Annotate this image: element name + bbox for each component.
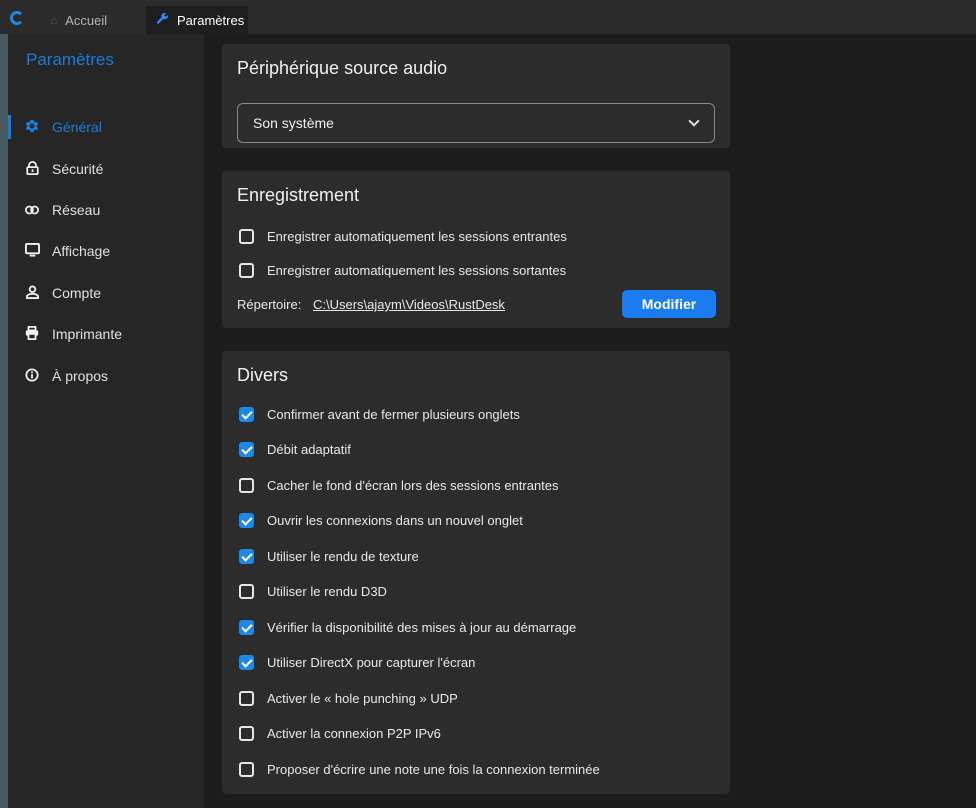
home-icon: ⌂ — [50, 13, 58, 27]
sidebar-item-label: Imprimante — [52, 326, 123, 342]
monitor-icon — [24, 242, 40, 260]
sidebar-item-reseau[interactable]: Réseau — [8, 195, 204, 225]
printer-icon — [24, 325, 40, 343]
rustdesk-logo-icon — [10, 11, 24, 25]
link-icon — [24, 202, 40, 218]
sidebar-item-label: À propos — [52, 368, 109, 384]
sidebar-item-securite[interactable]: Sécurité — [8, 154, 204, 184]
misc-option[interactable]: Utiliser le rendu de texture — [239, 546, 419, 566]
tab-parametres-label: Paramètres — [177, 12, 245, 28]
directory-path-link[interactable]: C:\Users\ajaym\Videos\RustDesk — [313, 297, 505, 312]
sidebar-item-label: Général — [52, 119, 102, 135]
info-icon — [24, 367, 40, 385]
checkbox[interactable] — [239, 584, 254, 599]
gear-icon — [24, 119, 40, 136]
option-label: Activer le « hole punching » UDP — [267, 690, 458, 706]
option-label: Proposer d'écrire une note une fois la c… — [267, 761, 600, 777]
tab-parametres[interactable]: Paramètres — [146, 6, 248, 34]
option-label: Enregistrer automatiquement les sessions… — [267, 262, 567, 278]
misc-option[interactable]: Activer la connexion P2P IPv6 — [239, 724, 441, 744]
sidebar-item-label: Compte — [52, 285, 102, 301]
option-label: Ouvrir les connexions dans un nouvel ong… — [267, 513, 523, 528]
sidebar-item-affichage[interactable]: Affichage — [8, 236, 204, 266]
option-label: Confirmer avant de fermer plusieurs ongl… — [267, 406, 520, 422]
sidebar-item-label: Réseau — [52, 202, 101, 218]
misc-option[interactable]: Débit adaptatif — [239, 440, 351, 460]
option-label: Enregistrer automatiquement les sessions… — [267, 228, 567, 244]
misc-option[interactable]: Ouvrir les connexions dans un nouvel ong… — [239, 511, 523, 531]
modify-button[interactable]: Modifier — [622, 290, 716, 318]
tab-accueil[interactable]: ⌂ Accueil — [40, 6, 117, 34]
option-label: Vérifier la disponibilité des mises à jo… — [267, 619, 577, 635]
checkbox[interactable] — [239, 406, 254, 422]
checkbox[interactable] — [239, 655, 254, 670]
misc-card: Divers Confirmer avant de fermer plusieu… — [222, 351, 730, 794]
misc-option[interactable]: Utiliser DirectX pour capturer l'écran — [239, 653, 475, 673]
option-label: Utiliser DirectX pour capturer l'écran — [267, 655, 476, 670]
sidebar-item-label: Affichage — [52, 243, 111, 259]
misc-option[interactable]: Confirmer avant de fermer plusieurs ongl… — [239, 404, 520, 424]
sidebar-item-general[interactable]: Général — [8, 112, 204, 142]
recording-card: Enregistrement Enregistrer automatiqueme… — [222, 171, 730, 328]
checkbox[interactable] — [239, 513, 254, 528]
misc-title: Divers — [237, 365, 289, 385]
audio-source-select[interactable]: Son système — [237, 103, 715, 143]
sidebar-item-compte[interactable]: Compte — [8, 278, 204, 308]
checkbox[interactable] — [239, 477, 254, 493]
checkbox[interactable] — [239, 619, 254, 635]
chevron-down-icon — [688, 115, 700, 127]
option-record-outgoing[interactable]: Enregistrer automatiquement les sessions… — [239, 260, 566, 280]
checkbox[interactable] — [239, 690, 254, 706]
sidebar-item-label: Sécurité — [52, 161, 104, 177]
misc-option[interactable]: Utiliser le rendu D3D — [239, 582, 387, 602]
directory-label: Répertoire: — [237, 297, 302, 312]
checkbox[interactable] — [239, 442, 254, 457]
checkbox[interactable] — [239, 548, 254, 564]
option-label: Activer la connexion P2P IPv6 — [267, 726, 441, 741]
audio-source-card: Périphérique source audio Son système — [222, 44, 730, 148]
audio-source-value: Son système — [253, 115, 334, 131]
checkbox[interactable] — [239, 726, 254, 741]
user-icon — [24, 285, 40, 302]
option-label: Débit adaptatif — [267, 442, 351, 457]
sidebar-item-imprimante[interactable]: Imprimante — [8, 319, 204, 349]
option-record-incoming[interactable]: Enregistrer automatiquement les sessions… — [239, 226, 567, 246]
option-label: Cacher le fond d'écran lors des sessions… — [267, 477, 559, 493]
option-label: Utiliser le rendu de texture — [267, 548, 419, 564]
tab-accueil-label: Accueil — [65, 12, 108, 28]
misc-option[interactable]: Cacher le fond d'écran lors des sessions… — [239, 475, 559, 495]
checkbox[interactable] — [239, 228, 254, 244]
checkbox[interactable] — [239, 262, 254, 278]
audio-source-title: Périphérique source audio — [237, 58, 448, 78]
sidebar-item-a-propos[interactable]: À propos — [8, 361, 204, 391]
lock-icon — [24, 160, 40, 178]
sidebar: Paramètres Général Sécurité Réseau Affic… — [8, 34, 204, 808]
misc-option[interactable]: Proposer d'écrire une note une fois la c… — [239, 759, 600, 779]
sidebar-title: Paramètres — [26, 50, 114, 69]
checkbox[interactable] — [239, 761, 254, 777]
misc-option[interactable]: Vérifier la disponibilité des mises à jo… — [239, 617, 576, 637]
recording-title: Enregistrement — [237, 185, 360, 205]
misc-option[interactable]: Activer le « hole punching » UDP — [239, 688, 458, 708]
wrench-icon — [156, 12, 169, 28]
settings-window: Paramètres Général Sécurité Réseau Affic… — [8, 34, 976, 808]
option-label: Utiliser le rendu D3D — [267, 584, 387, 599]
tab-bar: ⌂ Accueil Paramètres — [0, 0, 976, 34]
